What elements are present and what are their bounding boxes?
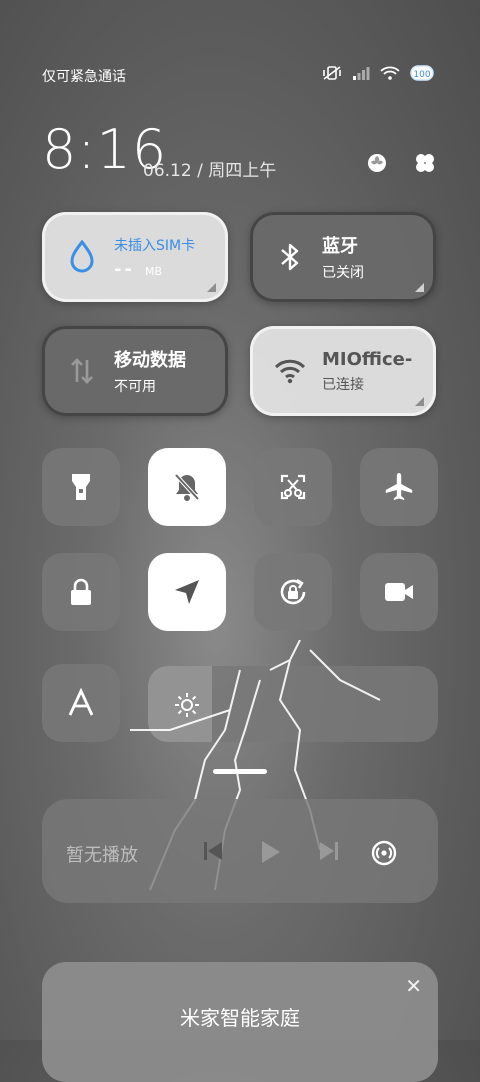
sim-data-tile[interactable]: 未插入SIM卡 -- MB — [42, 212, 228, 302]
lock-icon — [71, 578, 91, 605]
smart-home-card[interactable]: ✕ 米家智能家庭 — [42, 962, 438, 1082]
expand-corner-icon — [415, 397, 424, 406]
media-player: 暂无播放 — [42, 799, 438, 903]
airplane-toggle[interactable] — [360, 448, 438, 526]
bluetooth-icon — [272, 241, 308, 273]
next-icon[interactable] — [318, 839, 340, 871]
signal-icon — [352, 66, 370, 80]
location-arrow-icon — [175, 580, 199, 604]
status-icons: 100 — [322, 64, 436, 82]
sim-data-value: -- — [114, 258, 135, 280]
rotation-lock-icon — [280, 578, 306, 605]
play-icon[interactable] — [260, 839, 282, 871]
bluetooth-title: 蓝牙 — [322, 236, 358, 257]
lock-toggle[interactable] — [42, 553, 120, 631]
data-arrows-icon — [64, 356, 100, 386]
carrier-status: 仅可紧急通话 — [42, 69, 126, 85]
flashlight-toggle[interactable] — [42, 448, 120, 526]
drag-handle[interactable] — [213, 769, 267, 774]
water-drop-icon — [64, 240, 100, 274]
clover-icon[interactable] — [414, 152, 436, 178]
wifi-icon — [380, 66, 400, 80]
mobile-data-tile[interactable]: 移动数据 不可用 — [42, 326, 228, 416]
media-controls — [202, 839, 398, 871]
wifi-tile[interactable]: MIOffice- 已连接 — [250, 326, 436, 416]
previous-icon[interactable] — [202, 839, 224, 871]
mobile-data-status: 不可用 — [114, 379, 156, 395]
bell-off-icon — [174, 473, 200, 501]
header-icons — [366, 152, 436, 178]
wifi-network-name: MIOffice- — [322, 348, 413, 370]
mute-toggle[interactable] — [148, 448, 226, 526]
scissors-icon — [280, 474, 306, 500]
smart-home-title: 米家智能家庭 — [180, 1006, 300, 1030]
bluetooth-status: 已关闭 — [322, 265, 364, 281]
vibrate-off-icon — [322, 65, 342, 81]
screenshot-toggle[interactable] — [254, 448, 332, 526]
wifi-icon — [272, 358, 308, 384]
flower-icon[interactable] — [366, 152, 388, 178]
svg-text:100: 100 — [413, 70, 430, 80]
sim-data-unit: MB — [144, 264, 162, 278]
mobile-data-title: 移动数据 — [114, 350, 186, 371]
close-icon[interactable]: ✕ — [405, 974, 422, 998]
font-a-icon — [68, 688, 94, 716]
airplane-icon — [385, 473, 413, 500]
rotation-lock-toggle[interactable] — [254, 553, 332, 631]
flashlight-icon — [72, 474, 90, 500]
clock-date[interactable]: 06.12 / 周四上午 — [143, 156, 276, 181]
bluetooth-tile[interactable]: 蓝牙 已关闭 — [250, 212, 436, 302]
sim-tile-title: 未插入SIM卡 — [114, 237, 196, 254]
expand-corner-icon — [415, 283, 424, 292]
location-toggle[interactable] — [148, 553, 226, 631]
screen-record-toggle[interactable] — [360, 553, 438, 631]
media-title: 暂无播放 — [66, 845, 138, 866]
cast-audio-icon[interactable] — [370, 839, 398, 871]
font-size-toggle[interactable] — [42, 664, 120, 742]
video-camera-icon — [385, 583, 413, 601]
expand-corner-icon — [207, 283, 216, 292]
battery-icon: 100 — [410, 64, 436, 82]
wifi-status: 已连接 — [322, 376, 364, 393]
